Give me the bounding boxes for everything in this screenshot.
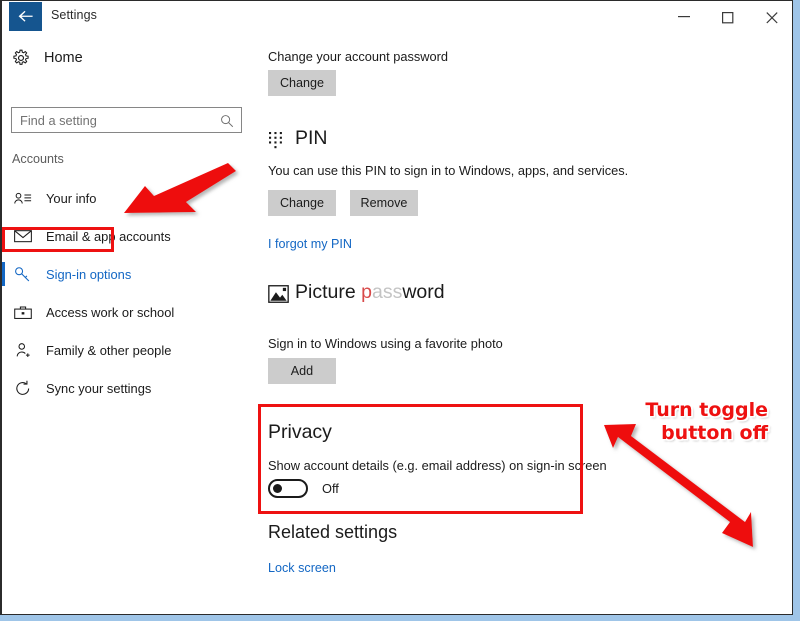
add-picture-password-button[interactable]: Add [268, 358, 336, 384]
sidebar-item-sign-in-options[interactable]: Sign-in options [2, 255, 255, 293]
search-placeholder: Find a setting [20, 113, 97, 128]
sidebar-item-label: Email & app accounts [46, 228, 171, 244]
search-icon [220, 114, 234, 133]
sidebar-item-sync-your-settings[interactable]: Sync your settings [2, 369, 255, 407]
sidebar-item-email-app-accounts[interactable]: Email & app accounts [2, 217, 255, 255]
navigation-pane: Home Find a setting Accounts Your info E… [2, 33, 255, 614]
briefcase-icon [14, 305, 40, 320]
sidebar-item-list: Your info Email & app accounts Sign-in o… [2, 179, 255, 407]
content-pane: Change your account password Change PIN … [255, 33, 792, 614]
lock-screen-link[interactable]: Lock screen [268, 561, 336, 575]
pin-keypad-icon [268, 131, 285, 156]
sidebar-item-home-label: Home [44, 50, 83, 66]
screenshot-root: Settings Home Find a setting Accounts Yo… [0, 0, 800, 621]
maximize-icon [722, 12, 734, 24]
maximize-button[interactable] [707, 1, 751, 31]
privacy-heading: Privacy [268, 421, 332, 443]
picture-password-description: Sign in to Windows using a favorite phot… [268, 336, 503, 351]
envelope-icon [14, 229, 40, 243]
picture-password-heading-part: p [361, 281, 372, 303]
show-account-details-toggle[interactable] [268, 479, 308, 498]
picture-password-heading-part: Picture [295, 281, 362, 303]
window-title: Settings [51, 8, 97, 22]
sidebar-item-access-work-or-school[interactable]: Access work or school [2, 293, 255, 331]
pin-heading: PIN [295, 127, 328, 149]
minimize-button[interactable] [663, 1, 707, 31]
privacy-description: Show account details (e.g. email address… [268, 458, 607, 473]
picture-icon [268, 285, 289, 308]
sync-icon [14, 380, 40, 397]
key-icon [14, 266, 40, 282]
sidebar-item-label: Sync your settings [46, 380, 152, 396]
picture-password-heading-part: word [402, 281, 445, 303]
close-icon [766, 12, 778, 24]
title-bar: Settings [2, 1, 792, 33]
sidebar-item-home[interactable]: Home [12, 45, 212, 71]
person-add-icon [14, 342, 40, 358]
change-pin-button[interactable]: Change [268, 190, 336, 216]
sidebar-item-label: Family & other people [46, 342, 172, 358]
back-arrow-icon [18, 10, 33, 22]
remove-pin-button[interactable]: Remove [350, 190, 418, 216]
search-input[interactable]: Find a setting [11, 107, 242, 133]
sidebar-group-title: Accounts [12, 152, 64, 166]
related-settings-heading: Related settings [268, 522, 398, 542]
picture-password-heading-part: ass [371, 281, 403, 303]
settings-window: Settings Home Find a setting Accounts Yo… [0, 0, 793, 615]
toggle-state-label: Off [322, 481, 339, 496]
sidebar-item-family-other-people[interactable]: Family & other people [2, 331, 255, 369]
close-button[interactable] [751, 1, 792, 31]
picture-password-heading: Picture password [295, 281, 445, 304]
forgot-pin-link[interactable]: I forgot my PIN [268, 237, 352, 251]
sidebar-item-your-info[interactable]: Your info [2, 179, 255, 217]
password-description: Change your account password [268, 49, 448, 64]
toggle-knob [273, 484, 282, 493]
sidebar-item-label: Access work or school [46, 304, 175, 320]
gear-icon [12, 49, 40, 67]
privacy-toggle-row: Off [268, 479, 339, 498]
sidebar-item-label: Your info [46, 190, 97, 206]
user-card-icon [14, 191, 40, 205]
change-password-button[interactable]: Change [268, 70, 336, 96]
pin-description: You can use this PIN to sign in to Windo… [268, 163, 629, 178]
sidebar-item-label: Sign-in options [46, 266, 132, 282]
minimize-icon [678, 16, 690, 18]
back-button[interactable] [9, 2, 42, 31]
